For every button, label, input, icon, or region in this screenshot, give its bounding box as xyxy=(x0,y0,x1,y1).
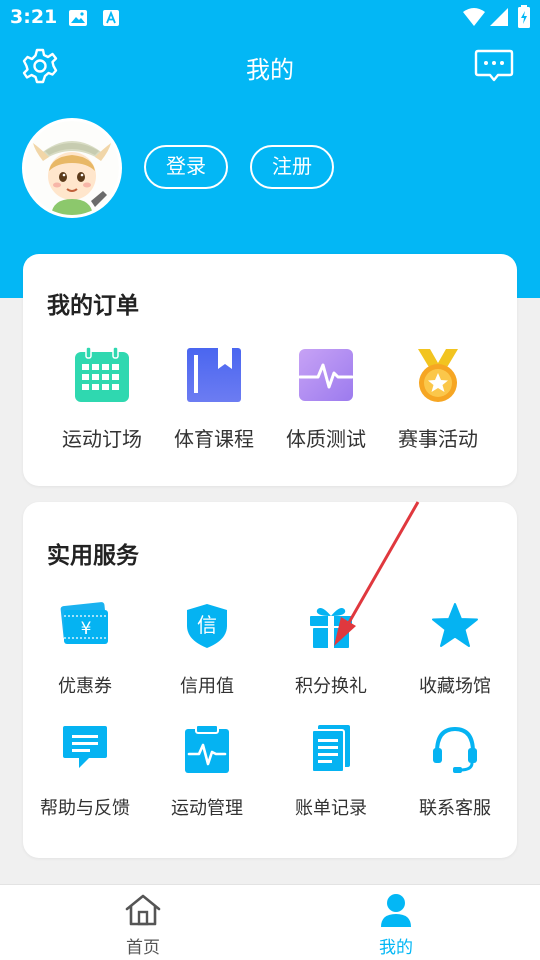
status-time: 3:21 xyxy=(10,6,58,28)
bottom-navigation: 首页 我的 xyxy=(0,884,540,960)
user-icon xyxy=(306,893,486,929)
svg-text:¥: ¥ xyxy=(81,619,92,639)
service-item-label: 联系客服 xyxy=(419,798,491,819)
cellular-signal-icon xyxy=(489,7,509,31)
login-button[interactable]: 登录 xyxy=(144,145,228,189)
cartoon-character-avatar xyxy=(25,121,119,215)
order-item-label: 赛事活动 xyxy=(398,427,478,451)
star-icon xyxy=(393,602,517,654)
nav-label: 首页 xyxy=(126,938,160,958)
calendar-icon xyxy=(40,347,164,403)
status-bar: 3:21 xyxy=(0,0,540,36)
pulse-monitor-icon xyxy=(264,347,388,403)
title-bar: 我的 xyxy=(0,40,540,92)
service-item-label: 信用值 xyxy=(180,676,234,697)
service-item-label: 运动管理 xyxy=(171,798,243,819)
document-icon xyxy=(269,724,393,776)
practical-services-title: 实用服务 xyxy=(47,543,139,569)
svg-text:信: 信 xyxy=(197,613,217,637)
gift-icon xyxy=(269,602,393,654)
text-notification-icon xyxy=(102,9,120,31)
practical-services-card: 实用服务 ¥ 优惠券 信 信用值 积分换礼 收藏场馆 帮助与反馈 运动管理 账单… xyxy=(23,502,517,858)
clipboard-pulse-icon xyxy=(145,724,269,776)
nav-label: 我的 xyxy=(379,938,413,958)
my-orders-title: 我的订单 xyxy=(47,293,139,319)
my-orders-card: 我的订单 运动订场 体育课程 体质测试 赛事活动 xyxy=(23,254,517,486)
order-item-label: 体质测试 xyxy=(286,427,366,451)
service-item-label: 优惠券 xyxy=(58,676,112,697)
avatar[interactable] xyxy=(22,118,122,218)
order-item-label: 体育课程 xyxy=(174,427,254,451)
nav-item-home[interactable]: 首页 xyxy=(53,885,233,960)
message-icon xyxy=(474,49,514,82)
service-item-label: 收藏场馆 xyxy=(419,676,491,697)
chat-bubble-icon xyxy=(23,724,147,776)
order-item-label: 运动订场 xyxy=(62,427,142,451)
message-button[interactable] xyxy=(474,48,514,84)
nav-item-mine[interactable]: 我的 xyxy=(306,885,486,960)
credit-shield-icon: 信 xyxy=(145,602,269,654)
book-icon xyxy=(152,347,276,403)
page-title: 我的 xyxy=(246,56,294,84)
register-button[interactable]: 注册 xyxy=(250,145,334,189)
service-item-label: 账单记录 xyxy=(295,798,367,819)
battery-charging-icon xyxy=(517,5,531,33)
service-item-label: 积分换礼 xyxy=(295,676,367,697)
coupon-icon: ¥ xyxy=(23,602,147,654)
service-item-label: 帮助与反馈 xyxy=(40,798,130,819)
home-icon xyxy=(53,893,233,927)
medal-icon xyxy=(376,347,500,403)
image-notification-icon xyxy=(68,9,88,31)
headset-icon xyxy=(393,724,517,776)
wifi-icon xyxy=(462,7,486,31)
